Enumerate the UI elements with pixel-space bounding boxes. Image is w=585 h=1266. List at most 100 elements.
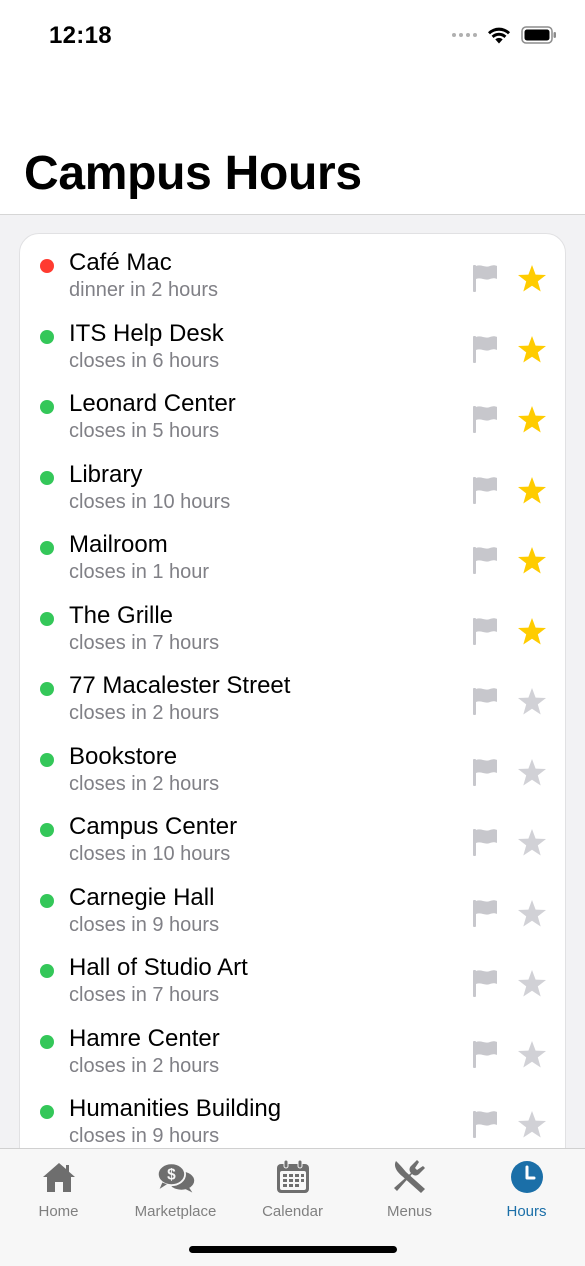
cellular-signal-icon [452, 33, 477, 37]
location-status: closes in 2 hours [69, 702, 220, 724]
flag-icon[interactable] [472, 405, 498, 433]
wifi-icon [488, 27, 510, 44]
page-title: Campus Hours [24, 147, 362, 200]
status-dot [40, 964, 54, 978]
tab-label: Hours [506, 1203, 547, 1220]
favorite-star-icon[interactable] [517, 758, 547, 788]
location-name: The Grille [69, 601, 174, 629]
location-status: closes in 6 hours [69, 349, 220, 372]
flag-icon[interactable] [472, 264, 498, 292]
status-dot [40, 682, 54, 696]
list-item[interactable]: Bookstore closes in 2 hours [20, 728, 565, 798]
status-dot [40, 329, 54, 344]
status-dot [40, 893, 54, 908]
list-item[interactable]: Hamre Center closes in 2 hours [20, 1010, 565, 1080]
favorite-star-icon[interactable] [517, 899, 547, 929]
list-item[interactable]: Hall of Studio Art closes in 7 hours [20, 939, 565, 1009]
marketplace-icon: $ [156, 1159, 196, 1195]
list-item[interactable]: Library closes in 10 hours [20, 446, 565, 516]
flag-icon[interactable] [472, 758, 498, 786]
flag-icon[interactable] [472, 476, 498, 504]
location-status: closes in 2 hours [69, 1054, 220, 1077]
favorite-star-icon[interactable] [517, 617, 547, 647]
flag-icon[interactable] [472, 969, 498, 997]
status-dot [40, 400, 54, 414]
list-item[interactable]: Humanities Building closes in 9 hours [20, 1080, 565, 1150]
favorite-star-icon[interactable] [517, 546, 547, 576]
tab-label: Menus [386, 1203, 433, 1220]
location-name: Hall of Studio Art [69, 954, 248, 981]
status-dot [40, 1034, 54, 1049]
status-bar: 12:18 [0, 0, 585, 72]
status-dot [40, 823, 54, 837]
location-name: Café Mac [69, 249, 172, 276]
tab-hours[interactable]: Hours [468, 1149, 585, 1229]
location-status: closes in 9 hours [69, 913, 220, 936]
location-name: Humanities Building [69, 1095, 282, 1122]
list-item[interactable]: Leonard Center closes in 5 hours [20, 375, 565, 445]
locations-list[interactable]: Café Mac dinner in 2 hours ITS Help Desk cl… [19, 233, 566, 1173]
favorite-star-icon[interactable] [517, 476, 547, 506]
location-status: closes in 7 hours [69, 984, 220, 1006]
tab-home[interactable]: Home [0, 1149, 117, 1229]
flag-icon[interactable] [472, 687, 498, 715]
status-time: 12:18 [49, 22, 112, 49]
location-status: closes in 9 hours [69, 1125, 220, 1147]
favorite-star-icon[interactable] [517, 264, 547, 294]
list-item[interactable]: ITS Help Desk closes in 6 hours [20, 305, 565, 375]
clock-icon [507, 1159, 547, 1195]
battery-icon [521, 26, 556, 44]
status-dot [40, 1105, 54, 1119]
list-item[interactable]: The Grille closes in 7 hours [20, 587, 565, 657]
location-status: closes in 10 hours [69, 843, 231, 865]
flag-icon[interactable] [472, 335, 498, 363]
tab-label: Marketplace [134, 1203, 217, 1220]
location-name: Carnegie Hall [69, 883, 215, 911]
tab-menus[interactable]: Menus [351, 1149, 468, 1229]
status-dot [40, 259, 54, 273]
location-name: Hamre Center [69, 1024, 220, 1052]
flag-icon[interactable] [472, 1040, 498, 1068]
favorite-star-icon[interactable] [517, 969, 547, 999]
flag-icon[interactable] [472, 828, 498, 856]
favorite-star-icon[interactable] [517, 1110, 547, 1140]
status-dot [40, 752, 54, 767]
status-dot [40, 541, 54, 555]
favorite-star-icon[interactable] [517, 335, 547, 365]
tab-calendar[interactable]: Calendar [234, 1149, 351, 1229]
tab-marketplace[interactable]: $ Marketplace [117, 1149, 234, 1229]
favorite-star-icon[interactable] [517, 687, 547, 717]
location-name: 77 Macalester Street [69, 672, 291, 699]
location-status: closes in 10 hours [69, 490, 231, 513]
home-indicator[interactable] [189, 1246, 397, 1253]
flag-icon[interactable] [472, 617, 498, 645]
location-status: closes in 2 hours [69, 772, 220, 795]
location-name: Bookstore [69, 742, 178, 770]
list-item[interactable]: Café Mac dinner in 2 hours [20, 234, 565, 304]
favorite-star-icon[interactable] [517, 1040, 547, 1070]
location-name: Leonard Center [69, 390, 236, 417]
location-name: Library [69, 460, 143, 488]
home-icon [39, 1159, 79, 1195]
status-icons [452, 26, 557, 44]
flag-icon[interactable] [472, 899, 498, 927]
location-status: closes in 5 hours [69, 420, 220, 442]
favorite-star-icon[interactable] [517, 405, 547, 435]
location-status: dinner in 2 hours [69, 279, 218, 301]
menus-icon [390, 1159, 430, 1195]
location-status: closes in 7 hours [69, 631, 220, 654]
list-item[interactable]: 77 Macalester Street closes in 2 hours [20, 657, 565, 727]
favorite-star-icon[interactable] [517, 828, 547, 858]
tab-label: Calendar [262, 1203, 323, 1220]
flag-icon[interactable] [472, 1110, 498, 1138]
list-item[interactable]: Carnegie Hall closes in 9 hours [20, 869, 565, 939]
location-name: ITS Help Desk [69, 319, 224, 347]
location-name: Mailroom [69, 531, 168, 558]
tab-label: Home [38, 1203, 79, 1220]
flag-icon[interactable] [472, 546, 498, 574]
svg-text:$: $ [167, 1167, 176, 1184]
list-item[interactable]: Campus Center closes in 10 hours [20, 798, 565, 868]
location-status: closes in 1 hour [69, 561, 210, 583]
status-dot [40, 470, 54, 485]
list-item[interactable]: Mailroom closes in 1 hour [20, 516, 565, 586]
